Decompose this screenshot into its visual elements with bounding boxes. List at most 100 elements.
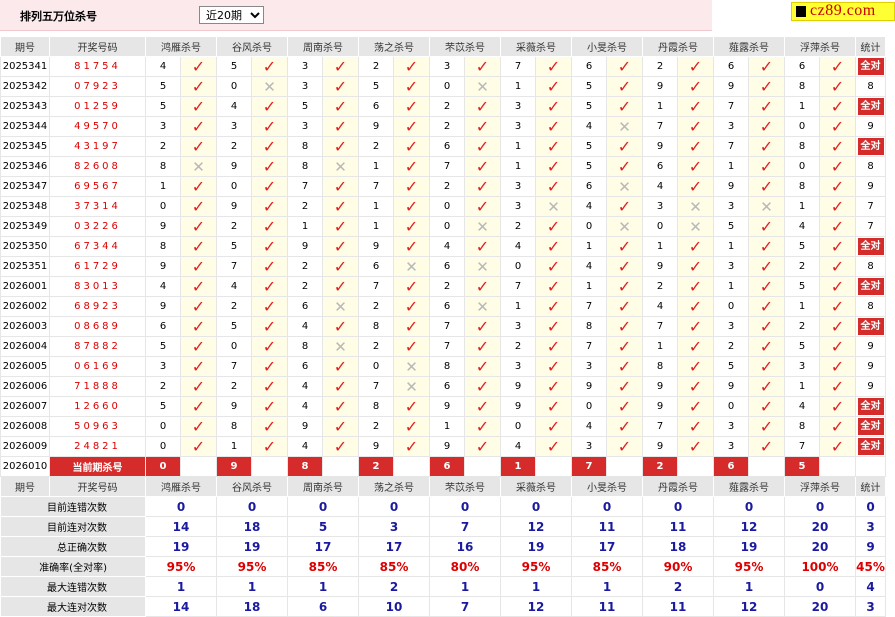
blank-cell xyxy=(748,456,785,477)
summary-value: 14 xyxy=(145,516,217,537)
kill-number: 1 xyxy=(500,156,536,177)
kill-number: 5 xyxy=(216,56,252,77)
cross-icon: ✕ xyxy=(464,296,501,317)
table-row: 2025351 61729 9 ✓ 7 ✓ 2 ✓ 6 ✕ 6 ✕ 0 ✓ 4 ✓ 9 ✓ 3 ✓ 2 ✓ 8 xyxy=(0,256,886,277)
site-logo[interactable]: cz89.com xyxy=(791,2,895,21)
summary-value: 12 xyxy=(500,596,572,617)
check-icon: ✓ xyxy=(535,276,572,297)
summary-value: 11 xyxy=(642,516,714,537)
check-icon: ✓ xyxy=(819,56,856,77)
kill-number: 8 xyxy=(784,136,820,157)
check-icon: ✓ xyxy=(393,196,430,217)
check-icon: ✓ xyxy=(535,296,572,317)
check-icon: ✓ xyxy=(464,356,501,377)
summary-label: 总正确次数 xyxy=(0,536,146,557)
kill-number: 3 xyxy=(287,56,323,77)
table-row: 2026003 08689 6 ✓ 5 ✓ 4 ✓ 8 ✓ 7 ✓ 3 ✓ 8 ✓ 7 ✓ 3 ✓ 2 ✓ 全对 xyxy=(0,316,886,337)
table-row: 2026005 06169 3 ✓ 7 ✓ 6 ✓ 0 ✕ 8 ✓ 3 ✓ 3 ✓ 8 ✓ 5 ✓ 3 ✓ 9 xyxy=(0,356,886,377)
kill-number: 8 xyxy=(429,356,465,377)
kill-number: 3 xyxy=(642,196,678,217)
draw-number: 07923 xyxy=(49,76,146,97)
kill-number: 2 xyxy=(145,376,181,397)
check-icon: ✓ xyxy=(819,376,856,397)
kill-number: 2 xyxy=(287,196,323,217)
summary-value: 12 xyxy=(713,516,785,537)
summary-value: 1 xyxy=(571,576,643,597)
table-row: 2026008 50963 0 ✓ 8 ✓ 9 ✓ 2 ✓ 1 ✓ 0 ✓ 4 ✓ 7 ✓ 3 ✓ 8 ✓ 全对 xyxy=(0,416,886,437)
row-stat: 8 xyxy=(855,76,886,97)
kill-number: 4 xyxy=(216,96,252,117)
kill-number: 9 xyxy=(145,256,181,277)
column-header: 小旻杀号 xyxy=(571,476,643,497)
kill-number: 5 xyxy=(145,76,181,97)
kill-number: 1 xyxy=(500,76,536,97)
kill-number: 0 xyxy=(145,416,181,437)
kill-number: 3 xyxy=(500,96,536,117)
summary-label: 目前连对次数 xyxy=(0,516,146,537)
check-icon: ✓ xyxy=(464,396,501,417)
kill-number: 4 xyxy=(500,236,536,257)
check-icon: ✓ xyxy=(677,356,714,377)
kill-number: 7 xyxy=(571,336,607,357)
check-icon: ✓ xyxy=(677,436,714,457)
check-icon: ✓ xyxy=(180,96,217,117)
check-icon: ✓ xyxy=(819,76,856,97)
summary-value: 85% xyxy=(571,556,643,577)
kill-number: 5 xyxy=(784,336,820,357)
check-icon: ✓ xyxy=(606,376,643,397)
check-icon: ✓ xyxy=(322,396,359,417)
kill-number: 9 xyxy=(642,376,678,397)
column-header: 芣苡杀号 xyxy=(429,476,501,497)
check-icon: ✓ xyxy=(748,136,785,157)
check-icon: ✓ xyxy=(180,56,217,77)
summary-value: 95% xyxy=(713,556,785,577)
check-icon: ✓ xyxy=(535,236,572,257)
kill-number: 9 xyxy=(713,376,749,397)
check-icon: ✓ xyxy=(322,196,359,217)
check-icon: ✓ xyxy=(393,416,430,437)
kill-number: 9 xyxy=(429,396,465,417)
table-row: 2025348 37314 0 ✓ 9 ✓ 2 ✓ 1 ✓ 0 ✓ 3 ✕ 4 ✓ 3 ✕ 3 ✕ 1 ✓ 7 xyxy=(0,196,886,217)
period-select[interactable]: 近20期 xyxy=(199,6,264,24)
summary-value: 80% xyxy=(429,556,501,577)
current-kill-number: 8 xyxy=(287,456,323,477)
summary-value: 18 xyxy=(216,596,288,617)
logo-text: cz89.com xyxy=(810,2,876,19)
kill-number: 0 xyxy=(358,356,394,377)
check-icon: ✓ xyxy=(180,256,217,277)
kill-number: 0 xyxy=(429,76,465,97)
summary-row: 准确率(全对率) 95% 95% 85% 85% 80% 95% 85% 90% 95% 100% 4… xyxy=(0,556,886,577)
column-header: 荡之杀号 xyxy=(358,476,430,497)
kill-number: 2 xyxy=(145,136,181,157)
kill-number: 9 xyxy=(358,436,394,457)
check-icon: ✓ xyxy=(606,76,643,97)
issue-number: 2026004 xyxy=(0,336,50,357)
check-icon: ✓ xyxy=(251,376,288,397)
table-row: 2026009 24821 0 ✓ 1 ✓ 4 ✓ 9 ✓ 9 ✓ 4 ✓ 3 ✓ 9 ✓ 3 ✓ 7 ✓ 全对 xyxy=(0,436,886,457)
summary-value: 19 xyxy=(500,536,572,557)
check-icon: ✓ xyxy=(748,356,785,377)
kill-number: 8 xyxy=(784,76,820,97)
check-icon: ✓ xyxy=(748,336,785,357)
summary-value: 4 xyxy=(855,576,886,597)
kill-number: 0 xyxy=(429,216,465,237)
cross-icon: ✕ xyxy=(180,156,217,177)
check-icon: ✓ xyxy=(393,156,430,177)
check-icon: ✓ xyxy=(322,236,359,257)
kill-number: 1 xyxy=(784,96,820,117)
check-icon: ✓ xyxy=(819,256,856,277)
check-icon: ✓ xyxy=(535,256,572,277)
kill-number: 1 xyxy=(287,216,323,237)
blank-cell xyxy=(180,456,217,477)
kill-number: 6 xyxy=(784,56,820,77)
summary-value: 1 xyxy=(216,576,288,597)
all-right-badge: 全对 xyxy=(857,418,884,435)
issue-number: 2026008 xyxy=(0,416,50,437)
check-icon: ✓ xyxy=(606,436,643,457)
summary-value: 1 xyxy=(287,576,359,597)
row-stat: 全对 xyxy=(855,96,886,117)
check-icon: ✓ xyxy=(606,316,643,337)
kill-number: 8 xyxy=(287,336,323,357)
check-icon: ✓ xyxy=(464,56,501,77)
kill-number: 7 xyxy=(429,316,465,337)
